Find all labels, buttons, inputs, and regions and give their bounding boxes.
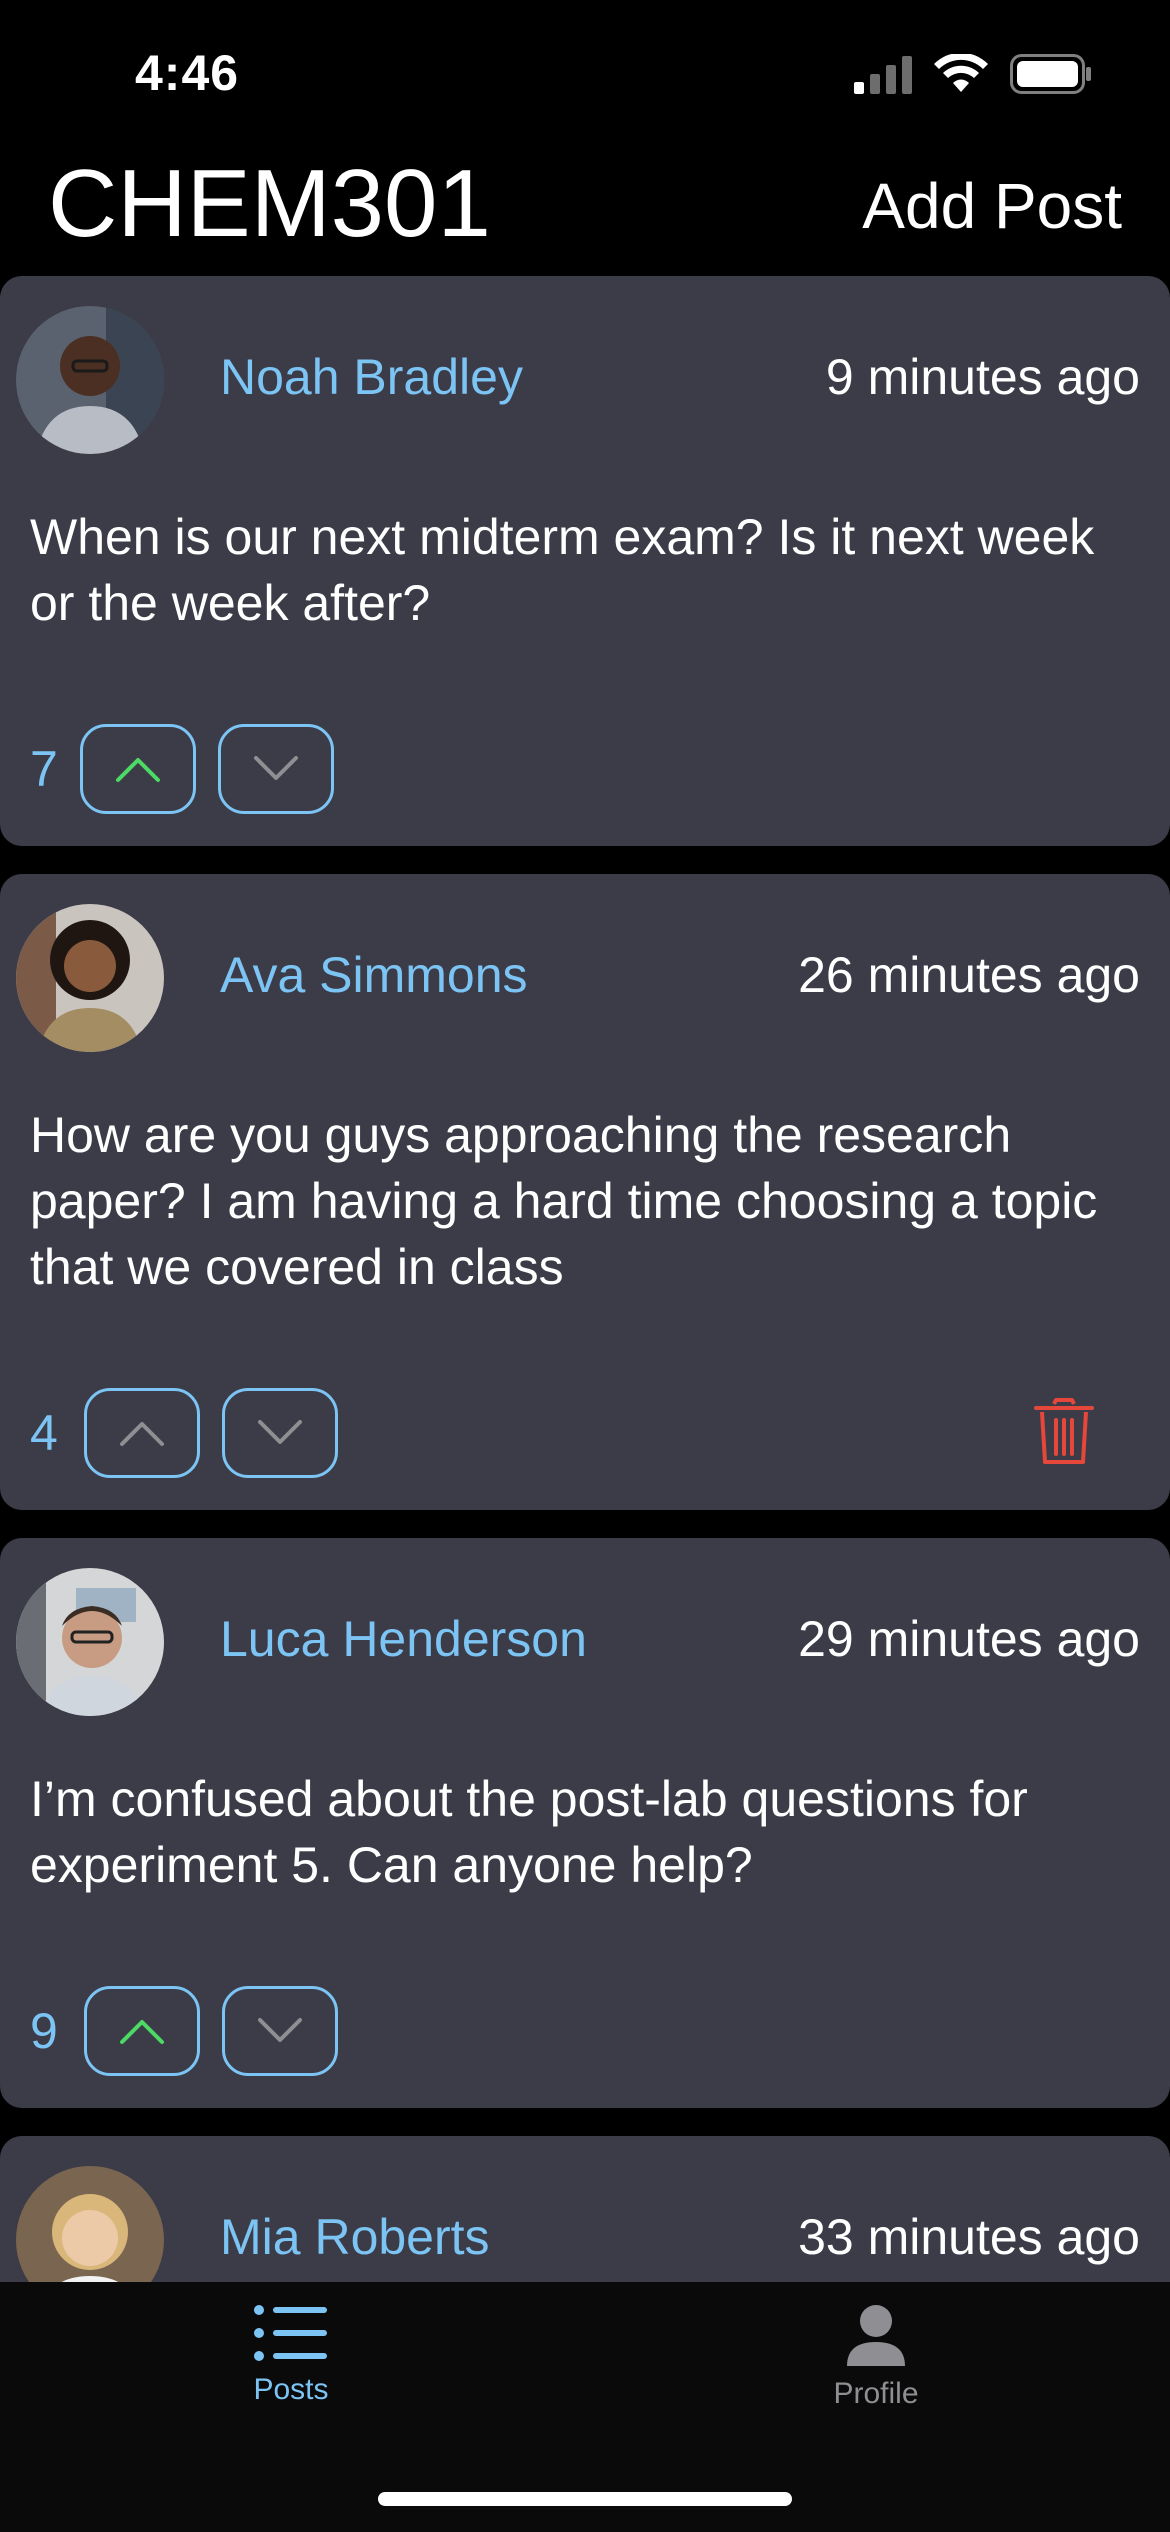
- avatar[interactable]: [16, 2166, 164, 2282]
- post-body: When is our next midterm exam? Is it nex…: [30, 509, 1095, 631]
- trash-icon: [1034, 1398, 1094, 1464]
- tab-profile[interactable]: Profile: [776, 2304, 976, 2411]
- post-timestamp: 9 minutes ago: [825, 349, 1140, 405]
- avatar-photo: [16, 904, 164, 1052]
- wifi-icon: [934, 54, 988, 92]
- vote-count: 7: [30, 741, 58, 797]
- author-name[interactable]: Luca Henderson: [220, 1614, 587, 1664]
- avatar[interactable]: [16, 904, 164, 1052]
- tab-label: Profile: [833, 2377, 919, 2410]
- chevron-down-icon: [254, 756, 298, 780]
- posts-feed[interactable]: Noah Bradley 9 minutes ago When is our n…: [0, 276, 1170, 2282]
- avatar-photo: [16, 1568, 164, 1716]
- status-icons: [854, 54, 1092, 94]
- delete-post-button[interactable]: [1034, 1398, 1094, 1466]
- avatar[interactable]: [16, 306, 164, 454]
- upvote-button[interactable]: [84, 1986, 200, 2076]
- vote-count: 9: [30, 2003, 58, 2059]
- vote-controls: 9: [30, 1984, 360, 2078]
- post-timestamp: 26 minutes ago: [798, 947, 1140, 1003]
- vote-count: 4: [30, 1405, 58, 1461]
- cellular-signal-icon: [854, 56, 912, 94]
- post-card: Luca Henderson 29 minutes ago I’m confus…: [0, 1538, 1170, 2108]
- page-title: CHEM301: [48, 150, 491, 257]
- chevron-down-icon: [258, 1420, 302, 1444]
- home-indicator[interactable]: [378, 2492, 792, 2506]
- upvote-button[interactable]: [80, 724, 196, 814]
- chevron-up-icon: [116, 758, 160, 782]
- avatar-photo: [16, 306, 164, 454]
- add-post-button[interactable]: Add Post: [862, 174, 1122, 238]
- chevron-up-icon: [120, 1422, 164, 1446]
- avatar-photo: [16, 2166, 164, 2282]
- upvote-button[interactable]: [84, 1388, 200, 1478]
- author-name[interactable]: Ava Simmons: [220, 950, 528, 1000]
- chevron-up-icon: [120, 2020, 164, 2044]
- tab-posts[interactable]: Posts: [191, 2304, 391, 2407]
- post-card: Mia Roberts 33 minutes ago: [0, 2136, 1170, 2282]
- post-body: How are you guys approaching the researc…: [30, 1107, 1098, 1295]
- post-card: Noah Bradley 9 minutes ago When is our n…: [0, 276, 1170, 846]
- nav-header: CHEM301 Add Post: [0, 140, 1170, 270]
- post-timestamp: 33 minutes ago: [798, 2209, 1140, 2265]
- person-icon: [847, 2305, 905, 2366]
- tab-label: Posts: [253, 2373, 329, 2406]
- post-timestamp: 29 minutes ago: [798, 1611, 1140, 1667]
- downvote-button[interactable]: [222, 1986, 338, 2076]
- status-bar: 4:46: [0, 0, 1170, 140]
- author-name[interactable]: Noah Bradley: [220, 352, 523, 402]
- battery-icon: [1010, 54, 1091, 94]
- post-body: I’m confused about the post-lab question…: [30, 1771, 1028, 1893]
- post-card: Ava Simmons 26 minutes ago How are you g…: [0, 874, 1170, 1510]
- downvote-button[interactable]: [218, 724, 334, 814]
- list-icon: [254, 2305, 327, 2361]
- vote-controls: 4: [30, 1386, 360, 1480]
- downvote-button[interactable]: [222, 1388, 338, 1478]
- status-time: 4:46: [135, 45, 240, 101]
- chevron-down-icon: [258, 2018, 302, 2042]
- vote-controls: 7: [30, 722, 356, 816]
- author-name[interactable]: Mia Roberts: [220, 2212, 490, 2262]
- avatar[interactable]: [16, 1568, 164, 1716]
